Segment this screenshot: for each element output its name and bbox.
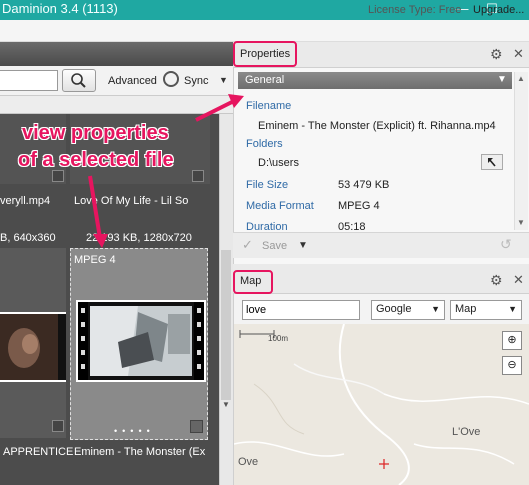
map-header (233, 264, 529, 294)
cell-checkbox[interactable] (190, 420, 203, 433)
cell-checkbox[interactable] (192, 170, 204, 182)
chevron-down-icon[interactable]: ▼ (517, 218, 525, 227)
search-icon (71, 73, 86, 88)
sync-icon[interactable] (163, 71, 179, 87)
file-name-label: Love Of My Life - Lil So (74, 195, 189, 207)
window-title: Daminion 3.4 (1113) (2, 1, 118, 16)
properties-scrollbar[interactable] (514, 72, 528, 230)
chevron-down-icon[interactable]: ▼ (222, 400, 230, 409)
map-view-value: Map (455, 303, 477, 315)
close-icon[interactable]: ✕ (513, 46, 524, 62)
undo-icon[interactable]: ↺ (500, 236, 512, 253)
property-value: D:\users (258, 157, 299, 169)
property-label: Filename (246, 100, 292, 112)
annotation-text: of a selected file (18, 149, 174, 171)
map-roads (233, 323, 529, 485)
media-format-badge: MPEG 4 (74, 254, 116, 266)
file-meta-label: B, 640x360 (0, 232, 56, 244)
license-type-label: License Type: Free (368, 4, 462, 16)
open-folder-button[interactable] (481, 154, 503, 170)
upgrade-link[interactable]: Upgrade... (473, 4, 524, 16)
zoom-in-button[interactable]: ⊕ (502, 331, 522, 350)
gear-icon[interactable]: ⚙ (490, 46, 503, 63)
cell-checkbox[interactable] (52, 420, 64, 432)
chevron-down-icon[interactable]: ▼ (497, 74, 507, 85)
video-thumbnail (76, 300, 206, 382)
sync-button[interactable]: Sync (184, 75, 208, 87)
property-label: Media Format (246, 200, 314, 212)
property-value: Eminem - The Monster (Explicit) ft. Riha… (258, 120, 496, 132)
file-name-label: APPRENTICE (3, 446, 74, 458)
property-label: Duration (246, 221, 288, 231)
chevron-down-icon: ▼ (431, 304, 440, 314)
highlight-box (233, 270, 273, 294)
map-place-label: L'Ove (452, 426, 481, 438)
chevron-down-icon[interactable]: ▼ (219, 75, 228, 85)
browse-subtoolbar (0, 96, 233, 114)
map-view-select[interactable]: Map ▼ (450, 300, 522, 320)
checkmark-icon: ✓ (242, 237, 253, 252)
gear-icon[interactable]: ⚙ (490, 272, 503, 289)
arrow-up-left-icon (488, 158, 496, 167)
chevron-down-icon: ▼ (508, 304, 517, 314)
map-place-label: Ove (238, 456, 259, 468)
map-scale-label: 100m (268, 334, 289, 343)
advanced-search-button[interactable]: Advanced (108, 75, 157, 87)
property-value: MPEG 4 (338, 200, 380, 212)
property-group-label: General (245, 74, 285, 86)
scrollbar-thumb[interactable] (221, 250, 231, 400)
cell-dots: ••••• (114, 426, 155, 436)
annotation-text: view properties (22, 122, 169, 144)
chevron-down-icon[interactable]: ▼ (298, 240, 308, 251)
chevron-up-icon[interactable]: ▲ (517, 74, 525, 83)
close-icon[interactable]: ✕ (513, 272, 524, 288)
property-label: File Size (246, 179, 289, 191)
file-name-label: Eminem - The Monster (Ex (74, 446, 206, 458)
file-meta-label: 22 193 KB, 1280x720 (86, 232, 192, 244)
map-canvas[interactable] (233, 323, 529, 485)
property-value: 53 479 KB (338, 179, 390, 191)
map-search-input[interactable] (242, 300, 360, 320)
search-input[interactable] (0, 70, 58, 91)
search-button[interactable] (62, 69, 96, 92)
property-value: 05:18 (338, 221, 366, 231)
license-bar (0, 20, 529, 42)
save-button[interactable]: Save (262, 240, 287, 252)
browse-header (0, 42, 233, 66)
property-label: Folders (246, 138, 283, 150)
highlight-box (233, 41, 297, 67)
video-frame-image (78, 302, 204, 380)
zoom-out-button[interactable]: ⊖ (502, 356, 522, 375)
map-provider-value: Google (376, 303, 412, 315)
map-provider-select[interactable]: Google ▼ (371, 300, 445, 320)
video-frame-image (0, 314, 66, 380)
video-thumbnail (0, 312, 66, 382)
file-name-label: veryll.mp4 (0, 195, 51, 207)
